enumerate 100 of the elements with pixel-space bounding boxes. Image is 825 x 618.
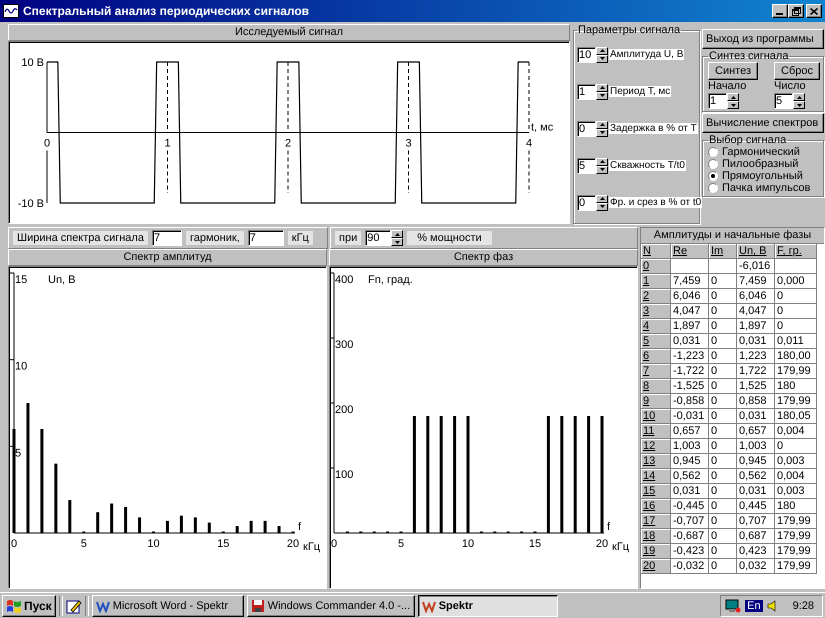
spin-up-button[interactable] xyxy=(596,120,608,128)
spin-up-button[interactable] xyxy=(727,93,739,101)
close-button[interactable] xyxy=(806,4,822,18)
column-header[interactable]: Im xyxy=(709,244,737,259)
bar xyxy=(236,526,239,533)
column-header[interactable]: F, гр. xyxy=(775,244,817,259)
row-header[interactable]: 6 xyxy=(641,349,671,364)
bar xyxy=(250,520,253,533)
table-cell: 0,031 xyxy=(737,409,775,424)
number-field[interactable]: 1 xyxy=(577,84,596,100)
field-label: Начало xyxy=(708,80,748,93)
start-button[interactable]: Пуск xyxy=(2,594,56,616)
row-header[interactable]: 11 xyxy=(641,424,671,439)
field-label: Ширина спектра сигнала xyxy=(13,231,148,245)
spin-up-button[interactable] xyxy=(596,84,608,92)
taskbar-button[interactable]: Microsoft Word - Spektr xyxy=(92,594,244,616)
tick-label: 0 xyxy=(44,138,50,150)
row-header[interactable]: 9 xyxy=(641,394,671,409)
number-field[interactable]: 10 xyxy=(577,46,596,62)
tick-label: 400 xyxy=(334,274,354,286)
spin-up-button[interactable] xyxy=(596,194,608,202)
table-cell: -0,687 xyxy=(671,529,709,544)
row-header[interactable]: 14 xyxy=(641,469,671,484)
field-label: Задержка в % от T xyxy=(609,123,698,134)
number-field[interactable]: 0 xyxy=(577,120,596,136)
table-cell: 1,897 xyxy=(737,319,775,334)
row-header[interactable]: 17 xyxy=(641,514,671,529)
table-cell: 0,011 xyxy=(775,334,817,349)
action-button[interactable]: Синтез xyxy=(708,62,758,80)
row-header[interactable]: 18 xyxy=(641,529,671,544)
action-button[interactable]: Сброс xyxy=(774,62,820,80)
number-field[interactable]: 5 xyxy=(577,158,596,174)
spin-up-button[interactable] xyxy=(391,230,404,238)
tick-label: 1 xyxy=(164,138,171,150)
row-header[interactable]: 3 xyxy=(641,304,671,319)
number-field[interactable]: 7 xyxy=(248,230,284,246)
row-header[interactable]: 13 xyxy=(641,454,671,469)
column-header[interactable]: Re xyxy=(671,244,709,259)
radio-option[interactable]: Пачка импульсов xyxy=(708,182,820,194)
radio-option[interactable]: Пилообразный xyxy=(708,158,820,170)
tick-label: 3 xyxy=(405,138,412,150)
spin-down-button[interactable] xyxy=(727,101,739,109)
row-header[interactable]: 4 xyxy=(641,319,671,334)
table-cell: 0,000 xyxy=(775,274,817,289)
down-arrow-icon xyxy=(600,94,604,97)
row-header[interactable]: 5 xyxy=(641,334,671,349)
table-cell: 0 xyxy=(709,334,737,349)
row-header[interactable]: 2 xyxy=(641,289,671,304)
tick-label: 20 xyxy=(286,538,300,550)
field-label: % мощности xyxy=(407,231,492,245)
spin-down-button[interactable] xyxy=(391,238,404,246)
number-field[interactable]: 1 xyxy=(708,93,727,109)
monitor-icon[interactable] xyxy=(725,598,742,612)
number-field[interactable]: 90 xyxy=(365,230,392,246)
table-cell: 0,858 xyxy=(737,394,775,409)
table-cell: 0,945 xyxy=(737,454,775,469)
taskbar-button[interactable]: Windows Commander 4.0 -... xyxy=(246,594,415,616)
column-header[interactable]: N xyxy=(641,244,671,259)
waveform-icon xyxy=(3,4,19,18)
spin-down-button[interactable] xyxy=(793,101,805,109)
table-cell xyxy=(709,259,737,274)
column-header[interactable]: Un, В xyxy=(737,244,775,259)
restore-button[interactable] xyxy=(788,4,804,18)
minimize-button[interactable] xyxy=(772,4,788,18)
row-header[interactable]: 19 xyxy=(641,544,671,559)
panel-header: Спектр амплитуд xyxy=(8,249,327,266)
radio-option[interactable]: Гармонический xyxy=(708,146,820,158)
row-header[interactable]: 0 xyxy=(641,259,671,274)
language-indicator[interactable]: En xyxy=(745,600,763,612)
bar xyxy=(124,507,128,533)
spin-up-button[interactable] xyxy=(596,158,608,166)
number-field[interactable]: 5 xyxy=(774,93,793,109)
table-cell: 179,99 xyxy=(775,544,817,559)
row-header[interactable]: 20 xyxy=(641,559,671,574)
number-field[interactable]: 7 xyxy=(152,230,182,246)
table-cell: 0 xyxy=(709,454,737,469)
row-header[interactable]: 16 xyxy=(641,499,671,514)
bar xyxy=(264,520,267,533)
row-header[interactable]: 12 xyxy=(641,439,671,454)
exit-button[interactable]: Выход из программы xyxy=(702,29,824,49)
up-arrow-icon xyxy=(600,197,604,200)
spin-up-button[interactable] xyxy=(596,46,608,54)
table-cell: 7,459 xyxy=(737,274,775,289)
flag-icon xyxy=(6,598,22,612)
table-cell: 0,031 xyxy=(737,484,775,499)
pencil-icon[interactable] xyxy=(66,598,82,614)
app-icon xyxy=(250,598,265,612)
taskbar-button[interactable]: Spektr xyxy=(418,594,558,616)
number-field[interactable]: 0 xyxy=(577,194,596,210)
row-header[interactable]: 1 xyxy=(641,274,671,289)
spin-up-button[interactable] xyxy=(793,93,805,101)
radio-option[interactable]: Прямоугольный xyxy=(708,170,820,182)
row-header[interactable]: 15 xyxy=(641,484,671,499)
row-header[interactable]: 10 xyxy=(641,409,671,424)
table-cell: 0 xyxy=(709,529,737,544)
row-header[interactable]: 8 xyxy=(641,379,671,394)
bar xyxy=(194,517,197,533)
app-icon xyxy=(96,598,110,612)
compute-button[interactable]: Вычисление спектров xyxy=(702,113,824,133)
row-header[interactable]: 7 xyxy=(641,364,671,379)
